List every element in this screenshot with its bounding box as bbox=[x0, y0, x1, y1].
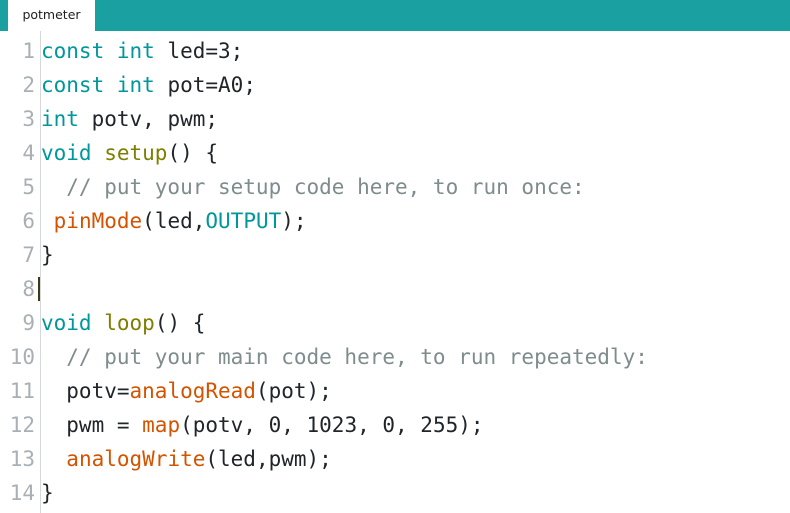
line-number: 9 bbox=[22, 311, 35, 335]
code-token-plain: pwm = bbox=[41, 413, 143, 437]
line-number: 2 bbox=[22, 73, 35, 97]
code-line-text[interactable]: pwm = map(potv, 0, 1023, 0, 255); bbox=[36, 408, 790, 442]
line-number: 8 bbox=[22, 277, 35, 301]
code-token-plain: pot=A0; bbox=[154, 73, 256, 97]
code-line[interactable]: 14} bbox=[0, 476, 790, 510]
code-token-kw: void bbox=[41, 141, 92, 165]
line-number: 11 bbox=[9, 379, 35, 403]
line-number: 6 bbox=[22, 209, 35, 233]
code-token-plain: } bbox=[41, 243, 54, 267]
code-line[interactable]: 5 // put your setup code here, to run on… bbox=[0, 170, 790, 204]
code-line-text[interactable]: void loop() { bbox=[36, 306, 790, 340]
code-line[interactable]: 12 pwm = map(potv, 0, 1023, 0, 255); bbox=[0, 408, 790, 442]
code-token-plain: () { bbox=[167, 141, 219, 165]
line-number: 10 bbox=[9, 345, 35, 369]
code-line-text[interactable]: void setup() { bbox=[36, 136, 790, 170]
line-number: 13 bbox=[9, 447, 35, 471]
line-number: 12 bbox=[9, 413, 35, 437]
code-token-plain: () { bbox=[154, 311, 206, 335]
code-token-plain: potv= bbox=[41, 379, 130, 403]
code-token-cmt: // put your main code here, to run repea… bbox=[41, 345, 648, 369]
code-token-plain: (led, bbox=[142, 209, 206, 233]
code-line-text[interactable]: // put your main code here, to run repea… bbox=[36, 340, 790, 374]
code-token-fn: setup bbox=[104, 141, 168, 165]
code-token-fn: loop bbox=[104, 311, 155, 335]
code-line[interactable]: 6 pinMode(led,OUTPUT); bbox=[0, 204, 790, 238]
code-line[interactable]: 3 int potv, pwm; bbox=[0, 102, 790, 136]
code-token-kw: int bbox=[41, 107, 79, 131]
code-token-plain: (potv, 0, 1023, 0, 255); bbox=[180, 413, 484, 437]
line-number: 4 bbox=[22, 141, 35, 165]
code-line-text[interactable]: // put your setup code here, to run once… bbox=[36, 170, 790, 204]
code-token-plain: (led,pwm); bbox=[205, 447, 332, 471]
code-line-text[interactable]: } bbox=[36, 476, 790, 510]
line-number: 14 bbox=[9, 481, 35, 505]
code-token-lib: analogRead bbox=[129, 379, 256, 403]
code-line[interactable]: 4 void setup() { bbox=[0, 136, 790, 170]
editor-tab-bar: potmeter bbox=[0, 0, 790, 31]
code-token-kw: void bbox=[41, 311, 92, 335]
code-line-text[interactable]: const int pot=A0; bbox=[36, 68, 790, 102]
code-editor[interactable]: 1 const int led=3; 2 const int pot=A0; 3 int … bbox=[0, 31, 790, 513]
code-line-text[interactable] bbox=[36, 272, 790, 306]
code-line-text[interactable]: int potv, pwm; bbox=[36, 102, 790, 136]
code-line-list: 1 const int led=3; 2 const int pot=A0; 3 int … bbox=[0, 34, 790, 510]
code-line[interactable]: 11 potv=analogRead(pot); bbox=[0, 374, 790, 408]
code-token-lib: analogWrite bbox=[66, 447, 206, 471]
code-token-lib: pinMode bbox=[53, 209, 143, 233]
code-line-text[interactable]: pinMode(led,OUTPUT); bbox=[36, 204, 790, 238]
code-token-kw: OUTPUT bbox=[205, 209, 282, 233]
code-line[interactable]: 10 // put your main code here, to run re… bbox=[0, 340, 790, 374]
code-token-plain: led=3; bbox=[154, 39, 244, 63]
tab-potmeter[interactable]: potmeter bbox=[8, 0, 95, 31]
code-token-kw: const bbox=[41, 73, 105, 97]
line-number: 7 bbox=[22, 243, 35, 267]
line-number: 3 bbox=[22, 107, 35, 131]
code-token-kw: int bbox=[116, 73, 155, 97]
code-token-kw: const bbox=[41, 39, 105, 63]
code-line[interactable]: 8 bbox=[0, 272, 790, 306]
code-line[interactable]: 9 void loop() { bbox=[0, 306, 790, 340]
code-line[interactable]: 7} bbox=[0, 238, 790, 272]
tab-label: potmeter bbox=[22, 7, 81, 23]
code-token-plain: ); bbox=[281, 209, 307, 233]
code-token-plain: } bbox=[41, 481, 54, 505]
code-line-text[interactable]: analogWrite(led,pwm); bbox=[36, 442, 790, 476]
code-token-plain: potv, pwm; bbox=[78, 107, 219, 131]
code-token-lib: map bbox=[142, 413, 181, 437]
code-line-text[interactable]: potv=analogRead(pot); bbox=[36, 374, 790, 408]
code-line[interactable]: 13 analogWrite(led,pwm); bbox=[0, 442, 790, 476]
line-number: 5 bbox=[22, 175, 35, 199]
code-token-kw: int bbox=[116, 39, 155, 63]
code-line-text[interactable]: } bbox=[36, 238, 790, 272]
code-line[interactable]: 2 const int pot=A0; bbox=[0, 68, 790, 102]
code-line-text[interactable]: const int led=3; bbox=[36, 34, 790, 68]
code-token-plain: (pot); bbox=[255, 379, 332, 403]
code-line[interactable]: 1 const int led=3; bbox=[0, 34, 790, 68]
line-number: 1 bbox=[22, 39, 35, 63]
code-token-cmt: // put your setup code here, to run once… bbox=[41, 175, 585, 199]
text-cursor bbox=[38, 277, 40, 301]
